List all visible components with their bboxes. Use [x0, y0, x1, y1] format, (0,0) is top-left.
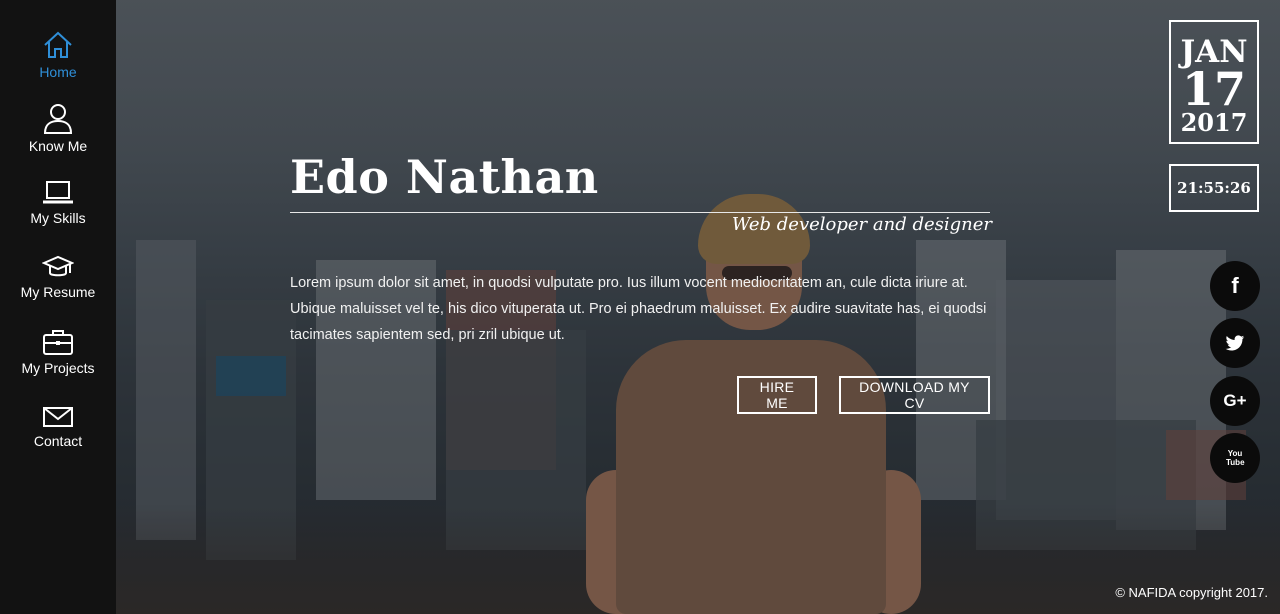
sidebar-item-label: My Skills: [30, 210, 86, 226]
profile-name: Edo Nathan: [290, 150, 599, 204]
sidebar-item-label: Contact: [33, 433, 83, 449]
graduation-cap-icon: [42, 255, 74, 277]
sidebar-item-label: Know Me: [28, 138, 88, 154]
google-plus-icon: G+: [1223, 391, 1247, 410]
home-icon: [44, 31, 72, 58]
facebook-button[interactable]: f: [1210, 261, 1260, 311]
envelope-icon: [43, 407, 73, 427]
sidebar-item-label: My Resume: [20, 284, 96, 300]
date-year: 2017: [1180, 108, 1248, 137]
sidebar-item-label: Home: [39, 64, 77, 80]
sidebar-item-know-me[interactable]: Know Me: [0, 103, 116, 173]
profile-subtitle: Web developer and designer: [731, 214, 992, 235]
sidebar-item-label: My Projects: [21, 360, 95, 376]
youtube-icon: You Tube: [1226, 449, 1245, 467]
sidebar-item-home[interactable]: Home: [0, 30, 116, 100]
date-day: 17: [1181, 62, 1246, 116]
sidebar-item-my-skills[interactable]: My Skills: [0, 180, 116, 250]
date-widget: JAN 17 2017: [1169, 20, 1259, 144]
google-plus-button[interactable]: G+: [1210, 376, 1260, 426]
sidebar-nav: Home Know Me My Skills My Resume My Proj…: [0, 0, 116, 614]
intro-paragraph: Lorem ipsum dolor sit amet, in quodsi vu…: [290, 275, 987, 343]
title-divider: [290, 212, 990, 213]
youtube-button[interactable]: You Tube: [1210, 433, 1260, 483]
footer-copyright: © NAFIDA copyright 2017.: [1115, 585, 1268, 600]
hire-me-button[interactable]: HIRE ME: [737, 376, 817, 414]
sidebar-item-contact[interactable]: Contact: [0, 405, 116, 475]
facebook-icon: f: [1231, 273, 1239, 298]
sidebar-item-my-resume[interactable]: My Resume: [0, 255, 116, 325]
briefcase-icon: [43, 330, 73, 355]
sidebar-item-my-projects[interactable]: My Projects: [0, 328, 116, 398]
clock-widget: 21:55:26: [1169, 164, 1259, 212]
user-icon: [43, 104, 73, 134]
twitter-icon: [1225, 334, 1245, 350]
laptop-icon: [43, 181, 73, 204]
twitter-button[interactable]: 🐦: [1210, 318, 1260, 368]
download-cv-button[interactable]: DOWNLOAD MY CV: [839, 376, 990, 414]
